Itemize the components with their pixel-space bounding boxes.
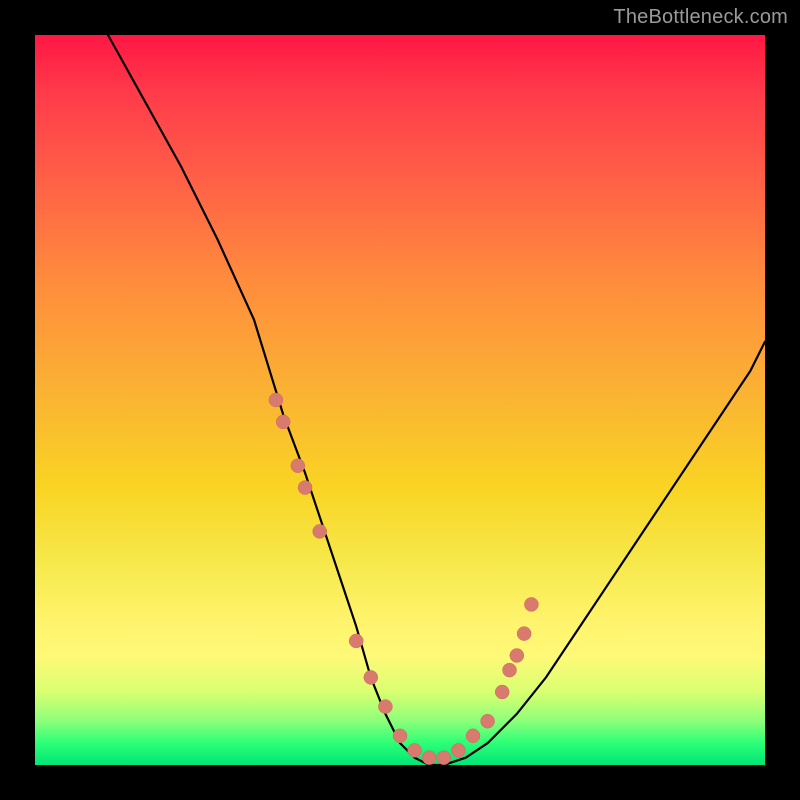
highlight-dot (495, 685, 509, 699)
plot-area (35, 35, 765, 765)
bottleneck-curve (108, 35, 765, 765)
highlight-dot (466, 729, 480, 743)
highlight-dot (408, 743, 422, 757)
highlight-dot (269, 393, 283, 407)
highlight-dot (524, 597, 538, 611)
highlight-dot (378, 700, 392, 714)
highlight-dot (422, 751, 436, 765)
highlight-dot (298, 481, 312, 495)
highlight-dot (517, 627, 531, 641)
highlight-dot (510, 649, 524, 663)
watermark-text: TheBottleneck.com (613, 6, 788, 29)
highlight-dot (364, 670, 378, 684)
highlight-dot (481, 714, 495, 728)
highlight-dot (276, 415, 290, 429)
highlight-dot (503, 663, 517, 677)
chart-frame: TheBottleneck.com (0, 0, 800, 800)
highlight-dot (349, 634, 363, 648)
highlight-dot (291, 459, 305, 473)
highlight-dot (393, 729, 407, 743)
highlight-dot (313, 524, 327, 538)
highlight-dots (269, 393, 539, 765)
highlight-dot (437, 751, 451, 765)
highlight-dot (451, 743, 465, 757)
curve-svg (35, 35, 765, 765)
